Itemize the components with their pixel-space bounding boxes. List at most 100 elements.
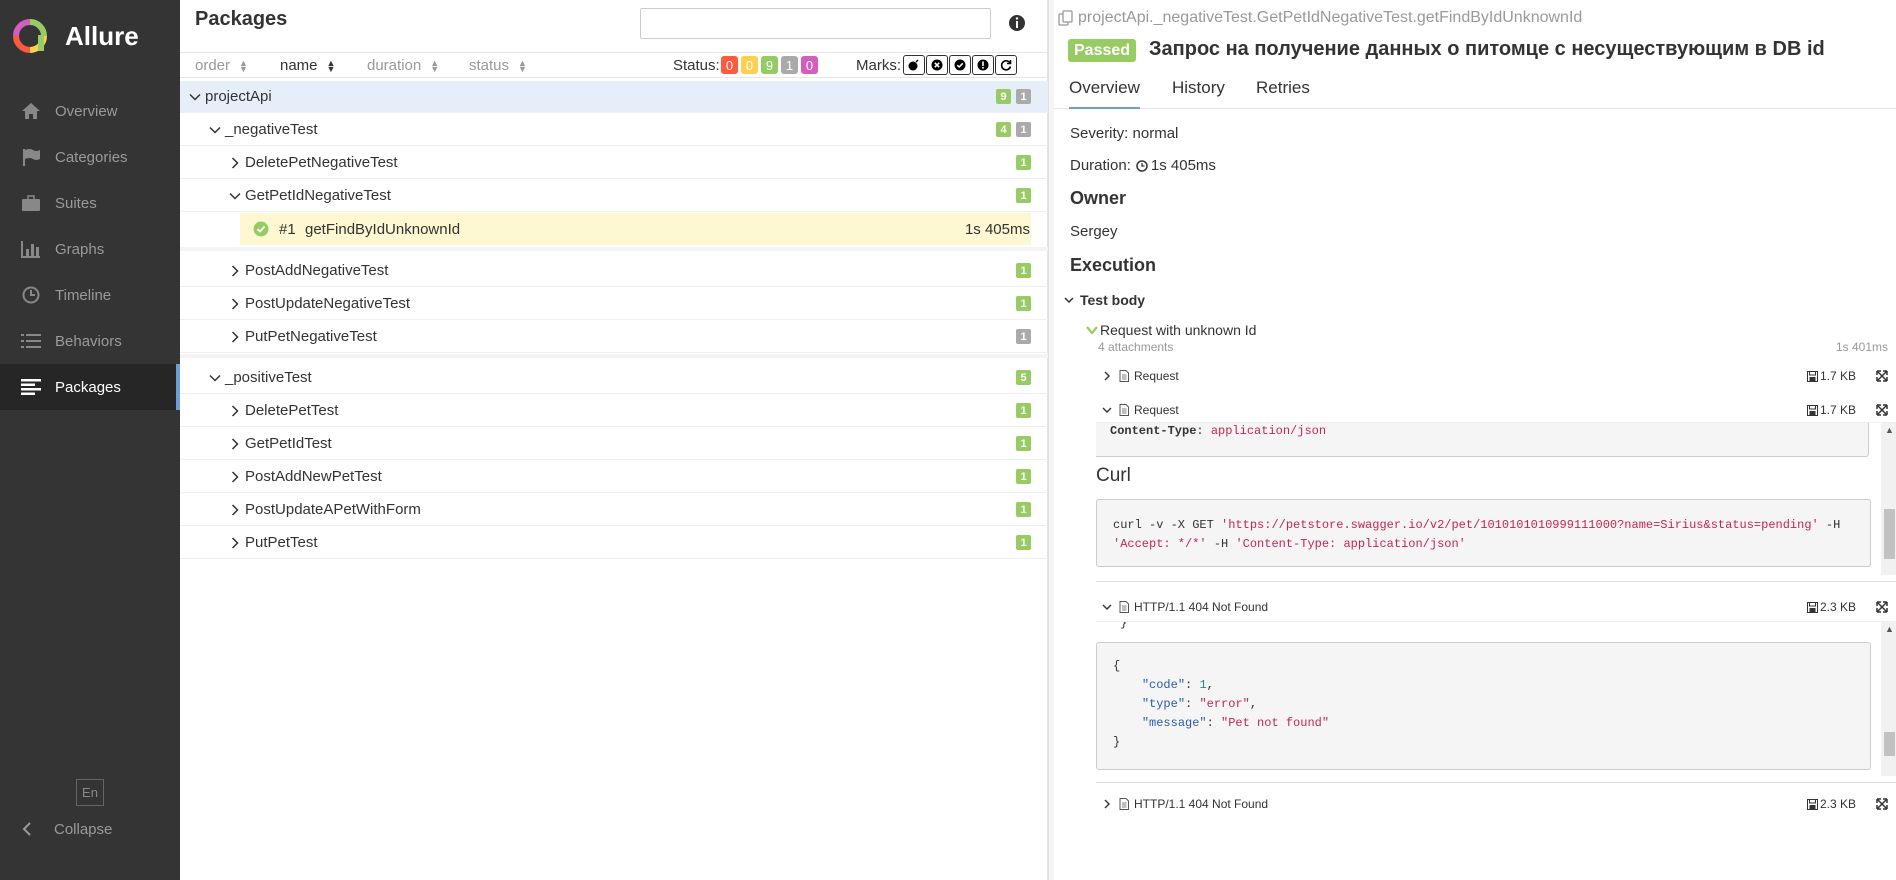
status-passed-toggle[interactable]: 9 — [761, 56, 778, 74]
sidebar-item-categories[interactable]: Categories — [0, 134, 180, 180]
passed-count-badge: 1 — [1016, 188, 1031, 203]
language-button[interactable]: En — [76, 779, 104, 806]
tree-group-PostAddNegativeTest[interactable]: PostAddNegativeTest 1 — [180, 255, 1048, 287]
sort-status[interactable]: status ▲ ▼ — [469, 57, 527, 74]
sidebar-item-label: Graphs — [55, 240, 105, 258]
passed-count-badge: 1 — [1016, 469, 1031, 484]
scroll-up-icon[interactable]: ▲ — [1885, 425, 1894, 435]
tree-group-DeletePetNegativeTest[interactable]: DeletePetNegativeTest 1 — [180, 147, 1048, 179]
tree-group-DeletePetTest[interactable]: DeletePetTest 1 — [180, 395, 1048, 427]
tree-testcase-selected[interactable]: #1 getFindByIdUnknownId 1s 405ms — [240, 213, 1031, 245]
tree-group-GetPetIdTest[interactable]: GetPetIdTest 1 — [180, 428, 1048, 460]
mark-new-failed-toggle[interactable] — [926, 55, 948, 75]
sidebar-item-suites[interactable]: Suites — [0, 180, 180, 226]
scroll-up-icon[interactable]: ▲ — [1885, 624, 1894, 634]
tab-retries[interactable]: Retries — [1256, 78, 1310, 109]
passed-count-badge: 1 — [1016, 263, 1031, 278]
passed-count-badge: 9 — [996, 89, 1011, 104]
tree-group-GetPetIdNegativeTest[interactable]: GetPetIdNegativeTest 1 — [180, 180, 1048, 212]
attachment-response-frame[interactable]: } { "code": 1, "type": "error", "message… — [1096, 621, 1896, 783]
attachment-request-1[interactable]: Request 1.7 KB — [1102, 366, 1892, 386]
collapse-button[interactable]: Collapse — [0, 816, 180, 842]
sidebar-item-timeline[interactable]: Timeline — [0, 272, 180, 318]
step-name: Request with unknown Id — [1100, 322, 1257, 338]
sort-name[interactable]: name ▲ ▼ — [280, 57, 335, 74]
sidebar-item-behaviors[interactable]: Behaviors — [0, 318, 180, 364]
flag-icon — [19, 146, 43, 168]
test-title: Запрос на получение данных о питомце с н… — [1149, 38, 1825, 60]
tree-group-PutPetNegativeTest[interactable]: PutPetNegativeTest 1 — [180, 321, 1048, 353]
chevron-down-icon — [189, 93, 201, 101]
home-icon — [19, 100, 43, 122]
chevron-right-icon — [231, 156, 239, 169]
scrollbar-thumb[interactable] — [1884, 732, 1895, 756]
mark-new-broken-toggle[interactable] — [972, 55, 994, 75]
sort-arrows-icon: ▲ ▼ — [326, 57, 336, 74]
allure-logo-icon — [13, 19, 47, 53]
info-icon[interactable] — [1007, 13, 1027, 33]
tree-group-PostAddNewPetTest[interactable]: PostAddNewPetTest 1 — [180, 461, 1048, 493]
chevron-down-icon — [1086, 326, 1098, 335]
attachment-response-2[interactable]: HTTP/1.1 404 Not Found 2.3 KB — [1102, 794, 1892, 814]
attachment-size: 1.7 KB — [1806, 403, 1856, 417]
duration-label: Duration: — [1070, 157, 1131, 174]
save-icon — [1806, 370, 1818, 382]
expand-icon[interactable] — [1876, 798, 1888, 810]
test-full-path: projectApi._negativeTest.GetPetIdNegativ… — [1078, 9, 1583, 26]
attachment-request-frame[interactable]: Content-Type: application/json Curl curl… — [1096, 422, 1896, 582]
scrollbar-thumb[interactable] — [1884, 509, 1895, 559]
frame-scrollbar[interactable]: ▲ — [1881, 622, 1896, 776]
step-attachments-count: 4 attachments — [1098, 340, 1174, 354]
search-input[interactable] — [640, 8, 991, 39]
test-detail-pane: projectApi._negativeTest.GetPetIdNegativ… — [1054, 0, 1896, 880]
tree-group-label: DeletePetTest — [245, 402, 339, 419]
response-json-block: { "code": 1, "type": "error", "message":… — [1096, 642, 1871, 770]
status-broken-toggle[interactable]: 0 — [741, 56, 758, 74]
expand-icon[interactable] — [1876, 370, 1888, 382]
tree-group-projectApi[interactable]: projectApi 9 1 — [180, 81, 1048, 113]
step-request-with-unknown-id[interactable]: Request with unknown Id — [1086, 322, 1256, 338]
status-unknown-toggle[interactable]: 0 — [801, 56, 818, 74]
json-value-code: 1 — [1199, 678, 1207, 692]
file-icon — [1119, 601, 1129, 613]
status-skipped-toggle[interactable]: 1 — [781, 56, 798, 74]
json-value-message: "Pet not found" — [1221, 716, 1330, 730]
sidebar-item-overview[interactable]: Overview — [0, 88, 180, 134]
tree-group-negativeTest[interactable]: _negativeTest 4 1 — [180, 114, 1048, 146]
expand-icon[interactable] — [1876, 601, 1888, 613]
status-failed-toggle[interactable]: 0 — [721, 56, 738, 74]
tree-group-positiveTest[interactable]: _positiveTest 5 — [180, 362, 1048, 394]
attachment-response-1[interactable]: HTTP/1.1 404 Not Found 2.3 KB — [1102, 597, 1892, 617]
execution-title: Execution — [1070, 255, 1157, 275]
tab-overview[interactable]: Overview — [1069, 78, 1140, 109]
frame-scrollbar[interactable]: ▲ — [1881, 423, 1896, 575]
file-icon — [1119, 370, 1129, 382]
mark-retries-toggle[interactable] — [995, 55, 1017, 75]
curl-header-flag: -H — [1206, 537, 1236, 551]
tree-group-PostUpdateNegativeTest[interactable]: PostUpdateNegativeTest 1 — [180, 288, 1048, 320]
tab-history[interactable]: History — [1172, 78, 1225, 109]
tree-group-label: GetPetIdTest — [245, 435, 332, 452]
sidebar-item-packages[interactable]: Packages — [0, 364, 180, 410]
tree-group-PostUpdateAPetWithForm[interactable]: PostUpdateAPetWithForm 1 — [180, 494, 1048, 526]
attachment-size: 2.3 KB — [1806, 600, 1856, 614]
sidebar-item-label: Suites — [55, 194, 97, 212]
attachment-request-2[interactable]: Request 1.7 KB — [1102, 400, 1892, 420]
expand-icon[interactable] — [1876, 404, 1888, 416]
test-body-toggle[interactable]: Test body — [1064, 292, 1145, 308]
sort-duration[interactable]: duration ▲ ▼ — [367, 57, 439, 74]
brand[interactable]: Allure — [12, 17, 139, 55]
passed-count-badge: 1 — [1016, 403, 1031, 418]
mark-flaky-toggle[interactable] — [903, 55, 925, 75]
copy-icon[interactable] — [1058, 10, 1074, 26]
tree-group-label: PostAddNewPetTest — [245, 468, 382, 485]
sidebar-item-graphs[interactable]: Graphs — [0, 226, 180, 272]
tree-group-PutPetTest[interactable]: PutPetTest 1 — [180, 527, 1048, 559]
chevron-right-icon — [231, 536, 239, 549]
attachment-name: Request — [1134, 403, 1179, 417]
sidebar-item-label: Timeline — [55, 286, 112, 304]
chevron-down-icon — [209, 374, 221, 382]
mark-new-passed-toggle[interactable] — [949, 55, 971, 75]
sort-arrows-icon: ▲ ▼ — [239, 57, 248, 74]
sort-order[interactable]: order ▲ ▼ — [195, 57, 248, 74]
